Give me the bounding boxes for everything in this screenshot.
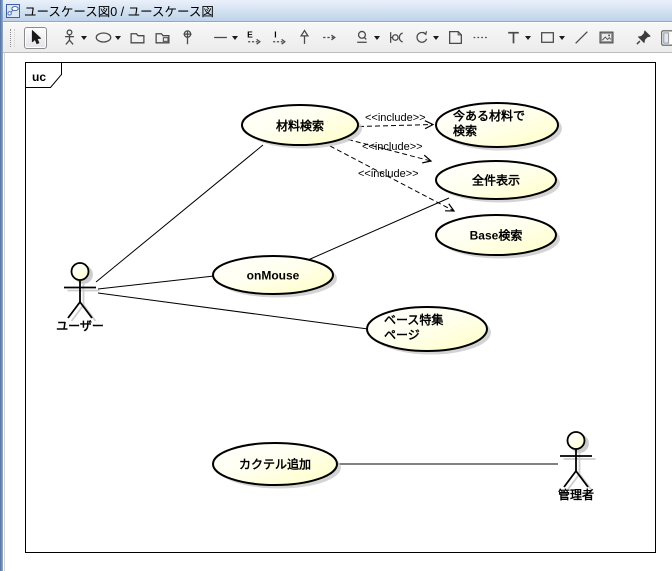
extend-icon: E bbox=[246, 29, 263, 46]
generalization-icon bbox=[296, 29, 313, 46]
usecase-label: 材料検索 bbox=[275, 118, 324, 133]
package-icon bbox=[129, 29, 146, 46]
usecase-onmouse[interactable]: onMouse bbox=[213, 256, 337, 298]
dependency-icon bbox=[321, 29, 338, 46]
lollipop-interface-tool[interactable] bbox=[352, 27, 382, 49]
ball-and-socket-icon bbox=[388, 29, 405, 46]
side-panel-tool[interactable] bbox=[658, 27, 672, 49]
ball-and-socket-tool[interactable] bbox=[386, 27, 407, 49]
usecase-label: Base検索 bbox=[470, 228, 523, 243]
lollipop-interface-dropdown-arrow[interactable] bbox=[374, 36, 380, 40]
toolbar: EI bbox=[0, 23, 672, 53]
pin-icon bbox=[179, 29, 196, 46]
select-icon bbox=[27, 29, 44, 46]
usecase-diagram: uc <<include>> <<include>> <<include>> 材… bbox=[0, 53, 672, 571]
text-tool[interactable] bbox=[503, 27, 533, 49]
use-case-icon bbox=[95, 29, 112, 46]
svg-text:E: E bbox=[247, 30, 253, 40]
actor-tool[interactable] bbox=[59, 27, 89, 49]
include-icon: I bbox=[271, 29, 288, 46]
circular-arrow-tool[interactable] bbox=[411, 27, 441, 49]
association-user-base-feature-page[interactable] bbox=[98, 293, 368, 329]
note-anchor-tool[interactable] bbox=[470, 27, 491, 49]
usecase-label: 全件表示 bbox=[471, 173, 520, 188]
rectangle-tool[interactable] bbox=[537, 27, 567, 49]
rectangle-dropdown-arrow[interactable] bbox=[559, 36, 565, 40]
package-tool[interactable] bbox=[127, 27, 148, 49]
image-icon bbox=[598, 29, 615, 46]
usecase-material-search[interactable]: 材料検索 bbox=[242, 105, 362, 149]
usecase-label-line1: ベース特集 bbox=[384, 312, 444, 327]
include-stereotype-label: <<include>> bbox=[365, 112, 426, 124]
rectangle-icon bbox=[539, 29, 556, 46]
include-stereotype-label: <<include>> bbox=[358, 168, 419, 180]
usecase-label-line1: 今ある材料で bbox=[452, 108, 525, 123]
diagram-title: ユースケース図0 / ユースケース図 bbox=[24, 1, 214, 20]
actor-admin[interactable]: 管理者 bbox=[558, 432, 596, 502]
subsystem-tool[interactable] bbox=[152, 27, 173, 49]
lollipop-interface-icon bbox=[354, 29, 371, 46]
include-tool[interactable]: I bbox=[269, 27, 290, 49]
actor-label: ユーザー bbox=[56, 319, 104, 333]
actor-dropdown-arrow[interactable] bbox=[81, 36, 87, 40]
note-anchor-icon bbox=[472, 29, 489, 46]
usecase-show-all[interactable]: 全件表示 bbox=[436, 161, 560, 203]
use-case-tool[interactable] bbox=[93, 27, 123, 49]
app-window: ユースケース図0 / ユースケース図 EI uc bbox=[0, 0, 672, 571]
text-dropdown-arrow[interactable] bbox=[525, 36, 531, 40]
association-dropdown-arrow[interactable] bbox=[232, 36, 238, 40]
extend-tool[interactable]: E bbox=[244, 27, 265, 49]
window-left-border bbox=[0, 0, 3, 571]
toolbar-tools: EI bbox=[22, 23, 672, 52]
usecase-add-cocktail[interactable]: カクテル追加 bbox=[213, 443, 341, 489]
pin-tool[interactable] bbox=[177, 27, 198, 49]
dependency-tool[interactable] bbox=[319, 27, 340, 49]
association-tool[interactable] bbox=[210, 27, 240, 49]
usecase-search-with-available-materials[interactable]: 今ある材料で 検索 bbox=[436, 103, 562, 151]
canvas-left-edge bbox=[4, 53, 5, 571]
include-stereotype-label: <<include>> bbox=[362, 141, 423, 153]
diagram-titlebar: ユースケース図0 / ユースケース図 bbox=[0, 0, 672, 22]
usecase-base-search[interactable]: Base検索 bbox=[436, 215, 560, 259]
pushpin-tool[interactable] bbox=[633, 27, 654, 49]
circular-arrow-dropdown-arrow[interactable] bbox=[433, 36, 439, 40]
actor-icon bbox=[61, 29, 78, 46]
text-icon bbox=[505, 29, 522, 46]
association-onmouse-show-all[interactable] bbox=[308, 198, 449, 260]
toolbar-grip[interactable] bbox=[10, 29, 15, 47]
note-tool[interactable] bbox=[445, 27, 466, 49]
select-tool[interactable] bbox=[24, 27, 47, 49]
frame-label: uc bbox=[32, 70, 46, 84]
side-panel-icon bbox=[660, 29, 672, 47]
actor-label: 管理者 bbox=[558, 487, 594, 502]
usecase-label-line2: ページ bbox=[384, 328, 420, 342]
pushpin-icon bbox=[635, 29, 652, 46]
association-icon bbox=[212, 29, 229, 46]
association-user-onmouse[interactable] bbox=[98, 276, 214, 289]
usecase-base-feature-page[interactable]: ベース特集 ページ bbox=[367, 307, 491, 355]
generalization-tool[interactable] bbox=[294, 27, 315, 49]
usecase-label-line2: 検索 bbox=[453, 123, 477, 138]
include-material-search-to-available-search[interactable] bbox=[359, 125, 433, 127]
image-tool[interactable] bbox=[596, 27, 617, 49]
diagram-canvas[interactable]: uc <<include>> <<include>> <<include>> 材… bbox=[0, 53, 672, 571]
usecase-label: onMouse bbox=[247, 269, 300, 283]
diagonal-line-tool[interactable] bbox=[571, 27, 592, 49]
use-case-dropdown-arrow[interactable] bbox=[115, 36, 121, 40]
usecase-label: カクテル追加 bbox=[239, 457, 311, 472]
actor-user[interactable]: ユーザー bbox=[56, 263, 104, 333]
svg-text:I: I bbox=[274, 30, 276, 40]
diagonal-line-icon bbox=[573, 29, 590, 46]
subsystem-icon bbox=[154, 29, 171, 46]
circular-arrow-icon bbox=[413, 29, 430, 46]
note-icon bbox=[447, 29, 464, 46]
usecase-diagram-icon bbox=[6, 4, 20, 18]
